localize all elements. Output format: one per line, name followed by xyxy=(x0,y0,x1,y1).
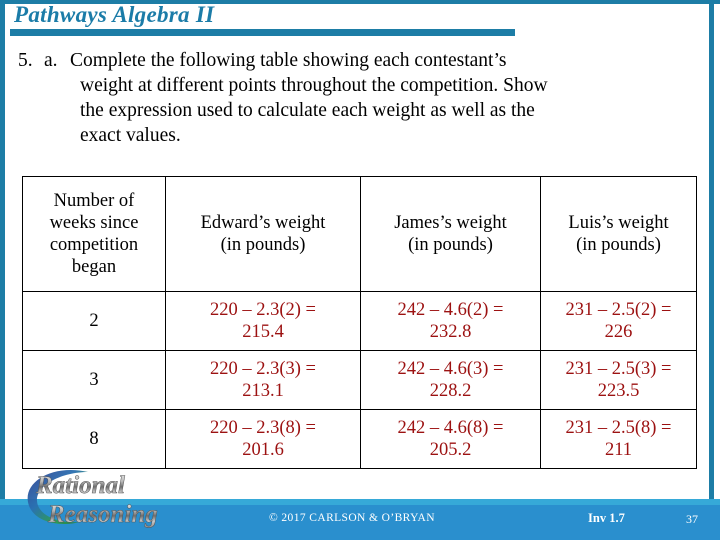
cell-weeks: 3 xyxy=(22,350,166,410)
cell-luis-value: 226 xyxy=(604,322,633,342)
cell-edward-value: 213.1 xyxy=(242,381,284,401)
column-header-weeks-line-2: weeks since xyxy=(49,213,139,233)
cell-james-value: 205.2 xyxy=(429,440,472,460)
contestant-weights-table: Number of weeks since competition began … xyxy=(22,176,697,469)
cell-edward-expression: 220 – 2.3(8) = xyxy=(209,418,316,438)
table-row: 2 220 – 2.3(2) = 215.4 242 – 4.6(2) = 23… xyxy=(22,291,697,351)
cell-edward-value: 201.6 xyxy=(242,440,284,460)
cell-weeks: 8 xyxy=(22,409,166,469)
column-header-james-line-1: James’s weight xyxy=(394,213,507,233)
column-header-james-line-2: (in pounds) xyxy=(408,235,493,255)
question-number: 5. xyxy=(18,50,33,71)
slide-title: Pathways Algebra II xyxy=(14,2,215,27)
cell-edward: 220 – 2.3(3) = 213.1 xyxy=(165,350,361,410)
logo-text-reasoning: Reasoning xyxy=(47,501,158,528)
cell-luis-value: 211 xyxy=(604,440,633,460)
column-header-weeks-line-1: Number of xyxy=(53,191,135,211)
column-header-weeks-line-3: competition xyxy=(49,235,139,255)
rational-reasoning-logo: Rational Reasoning xyxy=(22,466,202,534)
column-header-edward: Edward’s weight (in pounds) xyxy=(165,176,361,292)
logo-graphic: Rational Reasoning xyxy=(27,470,158,528)
column-header-luis: Luis’s weight (in pounds) xyxy=(540,176,697,292)
cell-james-expression: 242 – 4.6(2) = xyxy=(397,300,504,320)
slide-frame-left-border xyxy=(0,0,5,505)
footer-investigation-label: Inv 1.7 xyxy=(588,511,625,525)
logo-text-rational: Rational xyxy=(35,472,125,499)
question-line-2: weight at different points throughout th… xyxy=(80,75,548,96)
cell-edward-value: 215.4 xyxy=(242,322,284,342)
column-header-luis-line-2: (in pounds) xyxy=(576,235,661,255)
cell-james: 242 – 4.6(8) = 205.2 xyxy=(360,409,541,469)
cell-edward-expression: 220 – 2.3(3) = xyxy=(209,359,316,379)
cell-james-expression: 242 – 4.6(8) = xyxy=(397,418,504,438)
question-part-letter: a. xyxy=(44,50,58,71)
cell-james: 242 – 4.6(3) = 228.2 xyxy=(360,350,541,410)
cell-luis: 231 – 2.5(3) = 223.5 xyxy=(540,350,697,410)
cell-luis-expression: 231 – 2.5(3) = xyxy=(565,359,672,379)
column-header-james: James’s weight (in pounds) xyxy=(360,176,541,292)
question-line-1: Complete the following table showing eac… xyxy=(70,50,507,71)
cell-james-value: 232.8 xyxy=(429,322,472,342)
footer-page-number: 37 xyxy=(686,512,698,526)
cell-james-expression: 242 – 4.6(3) = xyxy=(397,359,504,379)
cell-luis: 231 – 2.5(2) = 226 xyxy=(540,291,697,351)
question-line-3: the expression used to calculate each we… xyxy=(80,100,535,121)
cell-luis-expression: 231 – 2.5(2) = xyxy=(565,300,672,320)
title-underline-rule xyxy=(10,29,515,36)
question-first-line: 5. a. Complete the following table showi… xyxy=(18,48,678,73)
cell-edward: 220 – 2.3(2) = 215.4 xyxy=(165,291,361,351)
cell-edward-expression: 220 – 2.3(2) = xyxy=(209,300,316,320)
cell-edward: 220 – 2.3(8) = 201.6 xyxy=(165,409,361,469)
column-header-weeks-line-4: began xyxy=(71,257,117,277)
cell-luis-expression: 231 – 2.5(8) = xyxy=(565,418,672,438)
question-text-block: 5. a. Complete the following table showi… xyxy=(18,48,678,148)
table-header-row: Number of weeks since competition began … xyxy=(22,176,697,292)
column-header-luis-line-1: Luis’s weight xyxy=(568,213,669,233)
column-header-weeks: Number of weeks since competition began xyxy=(22,176,166,292)
question-line-4: exact values. xyxy=(80,125,181,146)
slide-canvas: Pathways Algebra II 5. a. Complete the f… xyxy=(0,0,720,540)
footer-copyright: © 2017 CARLSON & O’BRYAN xyxy=(269,512,435,524)
cell-james-value: 228.2 xyxy=(429,381,472,401)
cell-james: 242 – 4.6(2) = 232.8 xyxy=(360,291,541,351)
column-header-edward-line-2: (in pounds) xyxy=(220,235,306,255)
column-header-edward-line-1: Edward’s weight xyxy=(200,213,326,233)
table-row: 3 220 – 2.3(3) = 213.1 242 – 4.6(3) = 22… xyxy=(22,350,697,410)
table-row: 8 220 – 2.3(8) = 201.6 242 – 4.6(8) = 20… xyxy=(22,409,697,469)
cell-luis-value: 223.5 xyxy=(597,381,640,401)
cell-weeks: 2 xyxy=(22,291,166,351)
cell-luis: 231 – 2.5(8) = 211 xyxy=(540,409,697,469)
slide-frame-right-border xyxy=(709,0,714,505)
